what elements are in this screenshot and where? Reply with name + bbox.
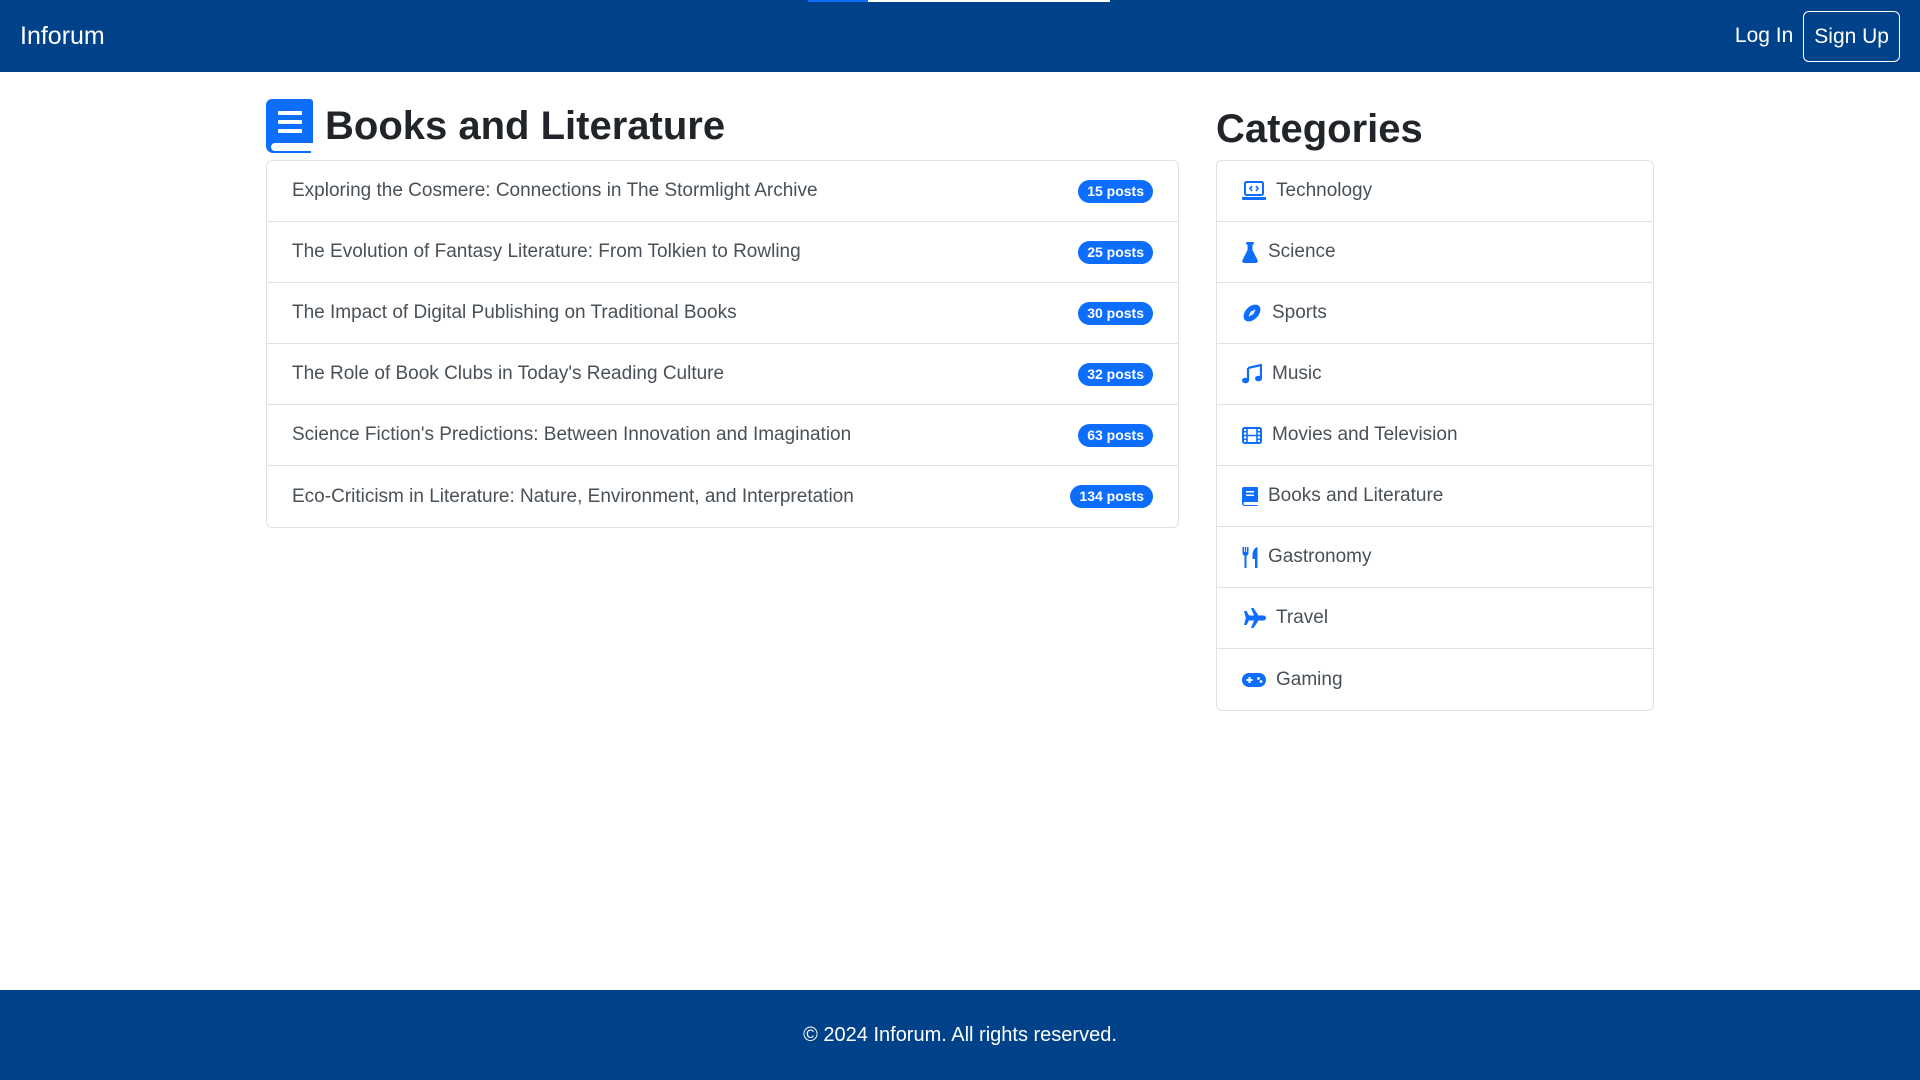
topic-link[interactable]: Exploring the Cosmere: Connections in Th… [292, 180, 818, 202]
category-item-gaming[interactable]: Gaming [1217, 649, 1653, 710]
post-count-badge: 63 posts [1078, 423, 1153, 447]
copyright-text: © 2024 Inforum. All rights reserved. [803, 1023, 1117, 1046]
page-load-progress-bar [808, 0, 1110, 2]
category-label: Science [1268, 241, 1336, 262]
category-item-movies-tv[interactable]: Movies and Television [1217, 405, 1653, 466]
topic-link[interactable]: Science Fiction's Predictions: Between I… [292, 424, 851, 446]
post-count-badge: 32 posts [1078, 362, 1153, 386]
topic-row[interactable]: Science Fiction's Predictions: Between I… [267, 405, 1178, 466]
music-icon [1242, 363, 1262, 385]
category-list: Technology Science Sports Music Movies a… [1216, 160, 1654, 711]
football-icon [1242, 302, 1262, 324]
category-label: Gaming [1276, 668, 1343, 690]
categories-title: Categories [1216, 107, 1423, 151]
post-count-badge: 134 posts [1070, 485, 1153, 508]
plane-icon [1242, 607, 1266, 629]
topic-link[interactable]: The Role of Book Clubs in Today's Readin… [292, 363, 724, 385]
category-label: Books and Literature [1268, 485, 1444, 506]
film-icon [1242, 424, 1262, 446]
gamepad-icon [1242, 669, 1266, 691]
category-label: Gastronomy [1268, 546, 1372, 567]
topic-link[interactable]: The Impact of Digital Publishing on Trad… [292, 302, 737, 324]
auth-links: Log In Sign Up [1735, 10, 1900, 62]
category-item-music[interactable]: Music [1217, 344, 1653, 405]
category-label: Sports [1272, 302, 1327, 323]
topic-link[interactable]: Eco-Criticism in Literature: Nature, Env… [292, 486, 854, 508]
category-label: Technology [1276, 180, 1373, 201]
post-count-badge: 30 posts [1078, 301, 1153, 325]
login-link[interactable]: Log In [1735, 24, 1793, 48]
site-footer: © 2024 Inforum. All rights reserved. [0, 990, 1920, 1080]
page-title: Books and Literature [325, 103, 726, 148]
topics-section: Books and Literature Exploring the Cosme… [266, 98, 1179, 528]
category-item-technology[interactable]: Technology [1217, 161, 1653, 222]
signup-button[interactable]: Sign Up [1803, 10, 1900, 62]
top-navbar: Inforum Log In Sign Up [0, 0, 1920, 72]
category-label: Music [1272, 363, 1322, 384]
progress-fill [808, 0, 869, 2]
book-icon [266, 99, 313, 153]
post-count-badge: 15 posts [1078, 179, 1153, 203]
categories-sidebar: Categories Technology Science Sports Mus… [1216, 98, 1654, 711]
post-count-badge: 25 posts [1078, 240, 1153, 264]
book-icon [1242, 485, 1258, 507]
topic-row[interactable]: The Impact of Digital Publishing on Trad… [267, 283, 1178, 344]
category-item-science[interactable]: Science [1217, 222, 1653, 283]
category-item-sports[interactable]: Sports [1217, 283, 1653, 344]
topic-row[interactable]: The Role of Book Clubs in Today's Readin… [267, 344, 1178, 405]
category-label: Travel [1276, 607, 1329, 628]
topic-row[interactable]: Exploring the Cosmere: Connections in Th… [267, 161, 1178, 222]
page-heading: Books and Literature [266, 98, 1179, 154]
utensils-icon [1242, 546, 1258, 568]
topic-link[interactable]: The Evolution of Fantasy Literature: Fro… [292, 241, 801, 263]
topic-row[interactable]: The Evolution of Fantasy Literature: Fro… [267, 222, 1178, 283]
category-item-gastronomy[interactable]: Gastronomy [1217, 527, 1653, 588]
flask-icon [1242, 241, 1258, 263]
topic-row[interactable]: Eco-Criticism in Literature: Nature, Env… [267, 466, 1178, 527]
category-label: Movies and Television [1272, 424, 1458, 445]
brand-logo-link[interactable]: Inforum [20, 22, 105, 51]
laptop-code-icon [1242, 180, 1266, 202]
topic-list: Exploring the Cosmere: Connections in Th… [266, 160, 1179, 528]
category-item-travel[interactable]: Travel [1217, 588, 1653, 649]
category-item-books-literature[interactable]: Books and Literature [1217, 466, 1653, 527]
